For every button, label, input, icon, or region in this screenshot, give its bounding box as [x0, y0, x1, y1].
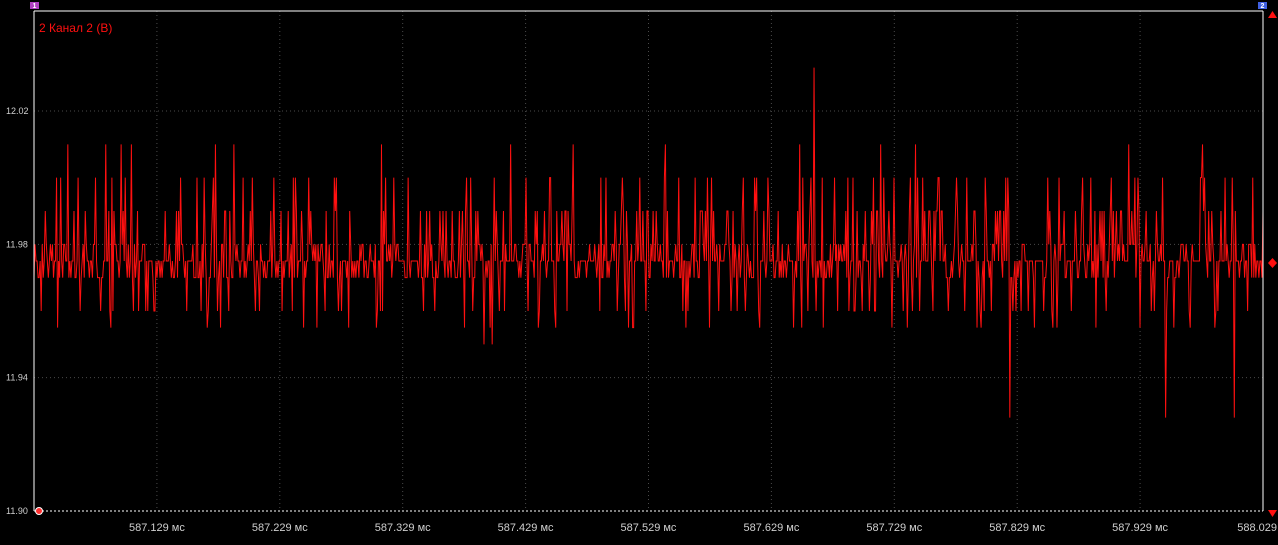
chart-svg[interactable]: 12.02 11.98 11.94 11.90 587.129 мс 587.229 м… — [0, 0, 1278, 540]
x-tick-label: 587.829 мс — [989, 522, 1045, 534]
x-tick-label: 587.429 мс — [498, 522, 554, 534]
cursor-marker-2-label: 2 — [1261, 3, 1265, 10]
x-tick-label: 587.329 мс — [375, 522, 431, 534]
x-tick-label: 587.129 мс — [129, 522, 185, 534]
origin-marker-icon[interactable] — [35, 507, 43, 515]
y-tick-label: 11.90 — [6, 506, 28, 516]
plot-background — [0, 0, 1278, 540]
y-tick-label: 11.98 — [6, 239, 28, 249]
y-tick-label: 11.94 — [6, 373, 28, 383]
x-tick-label: 587.529 мс — [621, 522, 677, 534]
x-tick-label: 587.229 мс — [252, 522, 308, 534]
x-tick-label: 588.029 — [1237, 522, 1277, 534]
cursor-marker-2[interactable]: 2 — [1258, 2, 1267, 10]
x-tick-label: 587.629 мс — [743, 522, 799, 534]
cursor-marker-1-label: 1 — [33, 3, 37, 10]
y-tick-label: 12.02 — [6, 106, 29, 116]
x-tick-label: 587.929 мс — [1112, 522, 1168, 534]
x-tick-label: 587.729 мс — [866, 522, 922, 534]
cursor-marker-1[interactable]: 1 — [30, 2, 39, 10]
channel-label[interactable]: 2 Канал 2 (В) — [39, 21, 112, 35]
oscilloscope-view: 12.02 11.98 11.94 11.90 587.129 мс 587.229 м… — [0, 0, 1278, 540]
